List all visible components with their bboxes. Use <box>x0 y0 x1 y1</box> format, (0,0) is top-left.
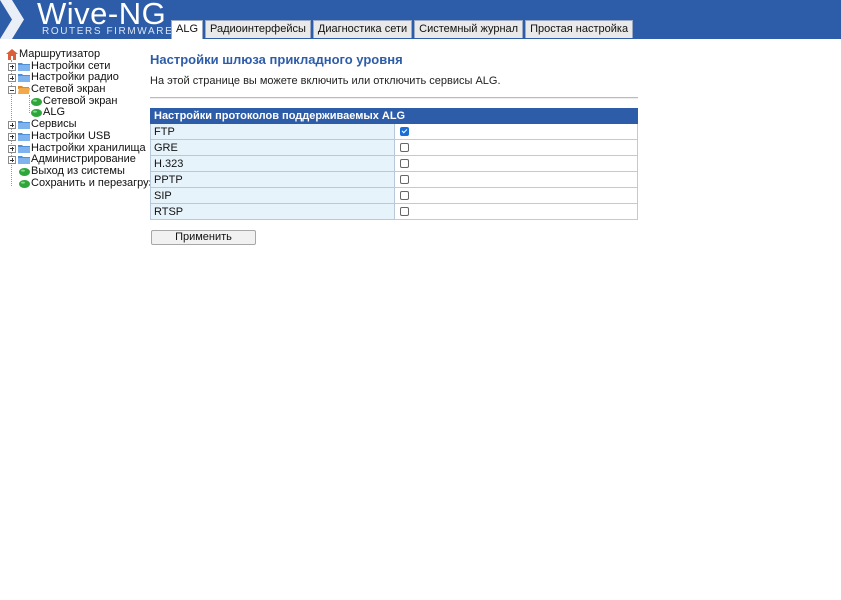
ftp-checkbox[interactable] <box>399 127 409 137</box>
tree-root-router[interactable]: Маршрутизатор <box>6 48 146 61</box>
tab-system-log[interactable]: Системный журнал <box>414 20 524 38</box>
leaf-icon <box>31 109 42 118</box>
expand-plus-icon[interactable] <box>8 156 16 165</box>
table-row: GRE <box>150 139 638 156</box>
collapse-minus-icon[interactable] <box>8 86 16 95</box>
tab-alg[interactable]: ALG <box>171 20 204 39</box>
tree-item-label: Сетевой экран <box>31 83 106 96</box>
folder-icon <box>18 121 30 130</box>
tab-easy-setup[interactable]: Простая настройка <box>525 20 634 38</box>
table-row: FTP <box>150 123 638 140</box>
h323-checkbox[interactable] <box>399 159 409 169</box>
protocol-name: RTSP <box>150 203 395 220</box>
leaf-icon <box>31 97 42 106</box>
expand-plus-icon[interactable] <box>8 74 16 83</box>
folder-icon <box>18 144 30 153</box>
folder-icon <box>18 74 30 83</box>
page-title: Настройки шлюза прикладного уровня <box>150 52 403 67</box>
protocol-name: FTP <box>150 123 395 140</box>
tree-subitem-firewall[interactable]: Сетевой экран <box>6 95 146 108</box>
tree-item-firewall[interactable]: Сетевой экран <box>6 83 146 96</box>
folder-icon <box>18 62 30 71</box>
table-row: H.323 <box>150 155 638 172</box>
brand-subtitle: ROUTERS FIRMWARE <box>42 26 174 37</box>
top-tabs: ALG Радиоинтерфейсы Диагностика сети Сис… <box>171 20 634 39</box>
header-bar: Wive-NG ROUTERS FIRMWARE ALG Радиоинтерф… <box>0 0 841 39</box>
leaf-icon <box>19 179 30 188</box>
table-row: SIP <box>150 187 638 204</box>
tree-item-logout[interactable]: Выход из системы <box>6 164 146 178</box>
tree-root-label: Маршрутизатор <box>19 48 101 60</box>
tab-radio-interfaces[interactable]: Радиоинтерфейсы <box>205 20 311 38</box>
expand-plus-icon[interactable] <box>8 121 16 130</box>
tree-item-usb-settings[interactable]: Настройки USB <box>6 129 146 143</box>
tree-item-label: Выход из системы <box>31 164 125 177</box>
gre-checkbox[interactable] <box>399 143 409 153</box>
main-content: Настройки шлюза прикладного уровня На эт… <box>150 52 638 245</box>
tree-item-label: Настройки USB <box>31 129 111 142</box>
alg-protocols-table: Настройки протоколов поддерживаемых ALG … <box>150 108 638 220</box>
nav-tree: Маршрутизатор Настройки сети Настройки р… <box>6 48 171 190</box>
logo-chevron-icon <box>0 0 24 39</box>
table-header: Настройки протоколов поддерживаемых ALG <box>150 108 638 124</box>
table-row: RTSP <box>150 203 638 220</box>
folder-icon <box>18 156 30 165</box>
protocol-name: PPTP <box>150 171 395 188</box>
page-description: На этой странице вы можете включить или … <box>150 75 501 87</box>
apply-button[interactable]: Применить <box>151 230 256 245</box>
divider <box>150 97 638 99</box>
expand-plus-icon[interactable] <box>8 144 16 153</box>
expand-plus-icon[interactable] <box>8 62 16 71</box>
pptp-checkbox[interactable] <box>399 175 409 185</box>
tab-network-diagnostics[interactable]: Диагностика сети <box>312 20 413 38</box>
sip-checkbox[interactable] <box>399 191 409 201</box>
table-row: PPTP <box>150 171 638 188</box>
expand-plus-icon[interactable] <box>8 132 16 141</box>
rtsp-checkbox[interactable] <box>399 207 409 217</box>
folder-icon <box>18 132 30 141</box>
protocol-name: H.323 <box>150 155 395 172</box>
folder-open-icon <box>18 86 30 95</box>
tree-item-save-reboot[interactable]: Сохранить и перезагрузить <box>6 177 171 190</box>
protocol-name: GRE <box>150 139 395 156</box>
leaf-icon <box>19 167 30 176</box>
home-icon <box>6 49 18 60</box>
protocol-name: SIP <box>150 187 395 204</box>
